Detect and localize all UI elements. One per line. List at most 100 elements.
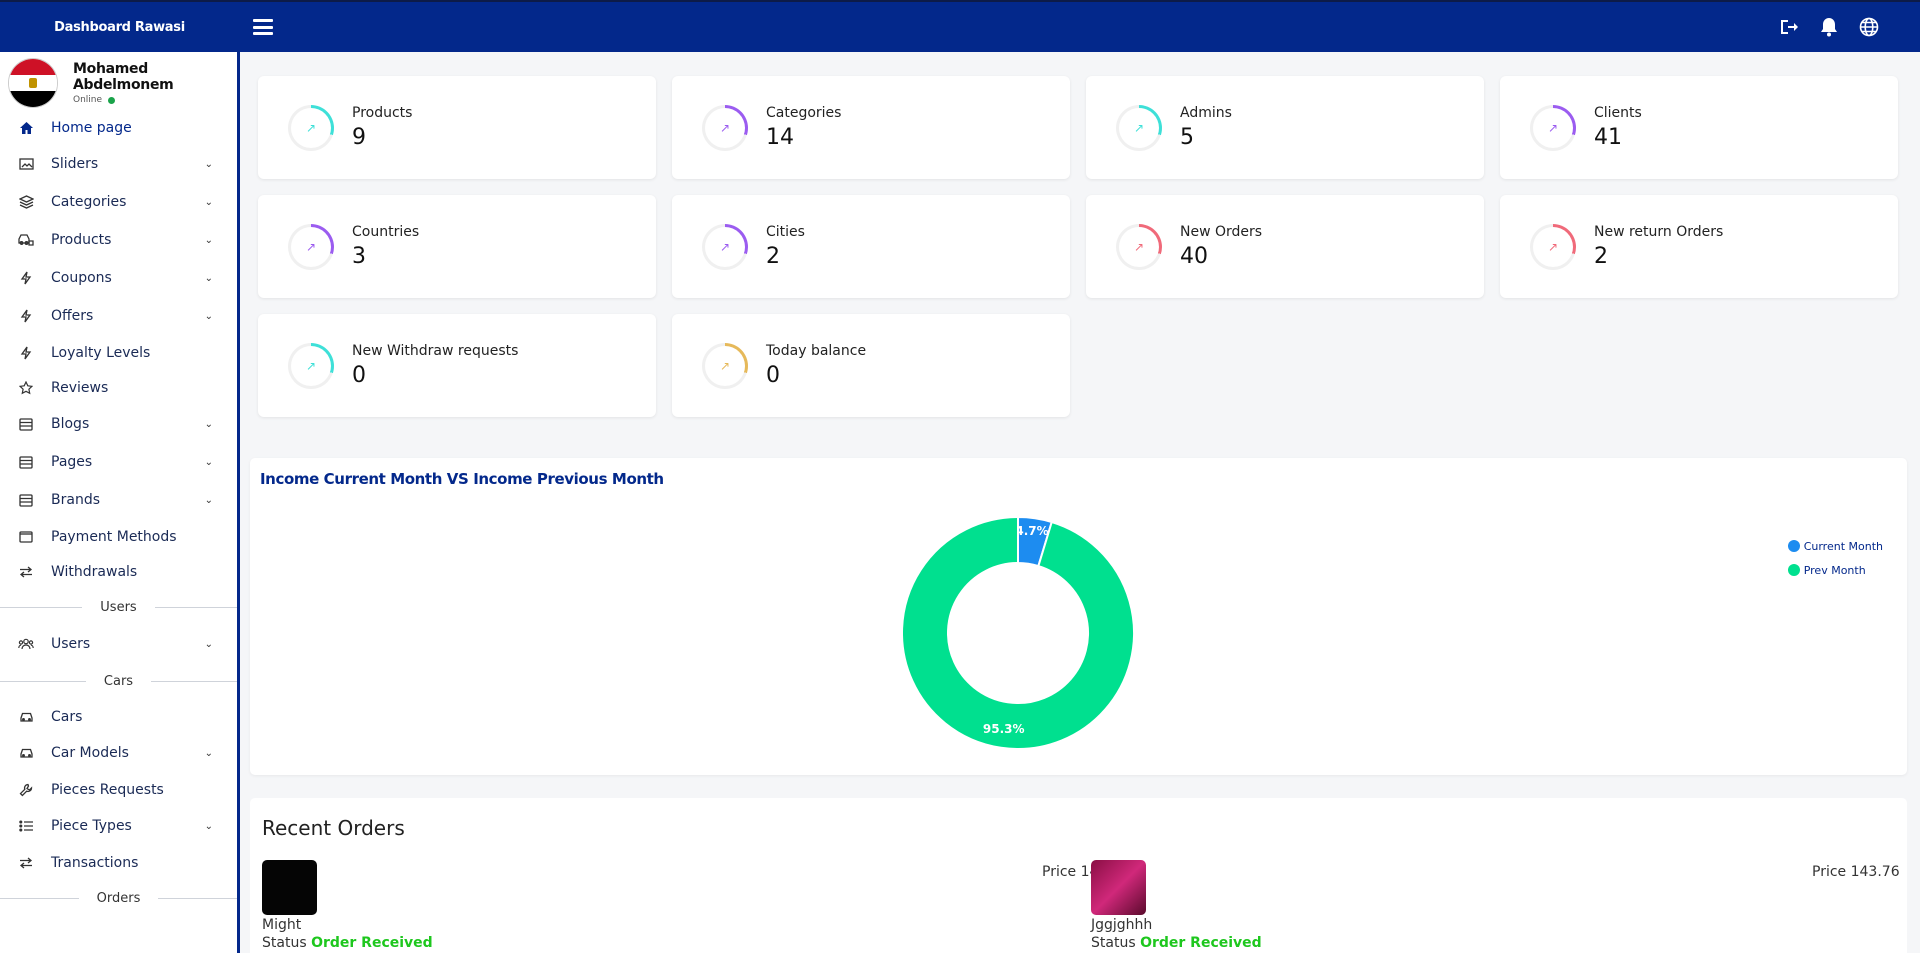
chevron-down-icon: ⌄: [204, 418, 213, 430]
wallet-icon: [18, 529, 34, 545]
trend-icon: ↗: [1530, 104, 1576, 151]
trend-icon: ↗: [288, 223, 334, 270]
stat-label: Countries: [352, 224, 420, 240]
stat-label: Admins: [1180, 105, 1232, 121]
wrench-icon: [18, 782, 34, 798]
chevron-down-icon: ⌄: [204, 234, 213, 246]
order-item[interactable]: Jggjghhh Status Order Received: [1091, 860, 1891, 953]
stat-value: 2: [766, 244, 780, 269]
stats-grid: ↗ Products 9 ↗ Categories 14 ↗ Admins 5 ↗ Clients 4…: [258, 76, 1898, 417]
recent-orders-panel: Recent Orders Might Status Order Receive…: [250, 798, 1907, 953]
sidebar-item-piece-types[interactable]: Piece Types ⌄: [0, 807, 237, 845]
sidebar-item-offers[interactable]: Offers ⌄: [0, 297, 237, 335]
donut-label: 95.3%: [983, 722, 1025, 736]
app-title[interactable]: Dashboard Rawasi: [0, 20, 239, 35]
sidebar-item-brands[interactable]: Brands ⌄: [0, 481, 237, 519]
trend-icon: ↗: [1116, 104, 1162, 151]
stat-value: 14: [766, 125, 794, 150]
stat-label: Cities: [766, 224, 805, 240]
stat-card-categories[interactable]: ↗ Categories 14: [672, 76, 1070, 179]
stat-card-clients[interactable]: ↗ Clients 41: [1500, 76, 1898, 179]
stat-value: 3: [352, 244, 366, 269]
donut-slice-prev-month[interactable]: [901, 515, 1135, 750]
stat-value: 40: [1180, 244, 1208, 269]
sidebar-item-payment-methods[interactable]: Payment Methods: [0, 519, 237, 554]
section-header-users: Users: [0, 589, 237, 625]
sidebar-item-users[interactable]: Users ⌄: [0, 625, 237, 663]
bolt-icon: [18, 308, 34, 324]
menu-toggle-icon[interactable]: [252, 16, 274, 38]
stat-value: 9: [352, 125, 366, 150]
stat-card-new-return-orders[interactable]: ↗ New return Orders 2: [1500, 195, 1898, 298]
trend-icon: ↗: [702, 104, 748, 151]
globe-icon[interactable]: [1858, 16, 1880, 38]
donut-label: 4.7%: [1015, 524, 1048, 538]
stat-card-new-orders[interactable]: ↗ New Orders 40: [1086, 195, 1484, 298]
stat-card-products[interactable]: ↗ Products 9: [258, 76, 656, 179]
sidebar-item-pieces-requests[interactable]: Pieces Requests: [0, 772, 237, 807]
stat-card-countries[interactable]: ↗ Countries 3: [258, 195, 656, 298]
list-icon: [18, 454, 34, 470]
recent-orders-title: Recent Orders: [262, 816, 405, 840]
car-icon: [18, 709, 34, 725]
sidebar-item-products[interactable]: Products ⌄: [0, 221, 237, 259]
sidebar-item-sliders[interactable]: Sliders ⌄: [0, 145, 237, 183]
sidebar-item-categories[interactable]: Categories ⌄: [0, 183, 237, 221]
trend-icon: ↗: [1116, 223, 1162, 270]
sidebar-nav: Home page Sliders ⌄ Categories ⌄ Products ⌄…: [0, 110, 237, 589]
legend-item-prev-month[interactable]: Prev Month: [1787, 558, 1883, 582]
transfer-icon: [18, 855, 34, 871]
order-name: Might: [262, 917, 302, 933]
sidebar-item-loyalty-levels[interactable]: Loyalty Levels: [0, 335, 237, 370]
sidebar-item-cars[interactable]: Cars: [0, 699, 237, 734]
stat-card-today-balance[interactable]: ↗ Today balance 0: [672, 314, 1070, 417]
chevron-down-icon: ⌄: [204, 494, 213, 506]
sidebar-item-car-models[interactable]: Car Models ⌄: [0, 734, 237, 772]
sidebar-item-pages[interactable]: Pages ⌄: [0, 443, 237, 481]
legend-item-current-month[interactable]: Current Month: [1787, 534, 1883, 558]
user-panel: Mohamed Abdelmonem Online: [0, 52, 237, 110]
user-status: Online: [73, 95, 103, 105]
order-item[interactable]: Might Status Order Received: [262, 860, 1062, 953]
bell-icon[interactable]: [1818, 16, 1840, 38]
stat-label: Products: [352, 105, 413, 121]
image-icon: [18, 156, 34, 172]
chevron-down-icon: ⌄: [204, 747, 213, 759]
chevron-down-icon: ⌄: [204, 196, 213, 208]
top-navbar: Dashboard Rawasi: [0, 0, 1920, 52]
sidebar-item-blogs[interactable]: Blogs ⌄: [0, 405, 237, 443]
logout-icon[interactable]: [1778, 16, 1800, 38]
chevron-down-icon: ⌄: [204, 158, 213, 170]
stat-label: New return Orders: [1594, 224, 1724, 240]
sidebar: Mohamed Abdelmonem Online Home page Slid…: [0, 52, 240, 953]
order-name: Jggjghhh: [1091, 917, 1153, 933]
stat-value: 41: [1594, 125, 1622, 150]
stat-label: Categories: [766, 105, 842, 121]
stat-card-new-withdraw-requests[interactable]: ↗ New Withdraw requests 0: [258, 314, 656, 417]
list-icon: [18, 492, 34, 508]
stat-label: New Withdraw requests: [352, 343, 519, 359]
chart-legend: Current Month Prev Month: [1787, 534, 1883, 582]
stat-card-admins[interactable]: ↗ Admins 5: [1086, 76, 1484, 179]
chevron-down-icon: ⌄: [204, 272, 213, 284]
star-icon: [18, 380, 34, 396]
sidebar-item-home[interactable]: Home page: [0, 110, 237, 145]
sidebar-item-withdrawals[interactable]: Withdrawals: [0, 554, 237, 589]
sidebar-item-transactions[interactable]: Transactions: [0, 845, 237, 880]
order-thumbnail: [1091, 860, 1146, 915]
stat-value: 5: [1180, 125, 1194, 150]
trend-icon: ↗: [288, 104, 334, 151]
users-icon: [18, 636, 34, 652]
trend-icon: ↗: [702, 223, 748, 270]
stat-card-cities[interactable]: ↗ Cities 2: [672, 195, 1070, 298]
income-chart-panel: Income Current Month VS Income Previous …: [250, 458, 1907, 775]
section-header-cars: Cars: [0, 663, 237, 699]
stat-label: Clients: [1594, 105, 1642, 121]
order-status: Status Order Received: [262, 935, 433, 951]
online-dot-icon: [108, 96, 116, 104]
list-icon: [18, 416, 34, 432]
chevron-down-icon: ⌄: [204, 638, 213, 650]
sidebar-item-coupons[interactable]: Coupons ⌄: [0, 259, 237, 297]
sidebar-item-reviews[interactable]: Reviews: [0, 370, 237, 405]
stat-value: 2: [1594, 244, 1608, 269]
